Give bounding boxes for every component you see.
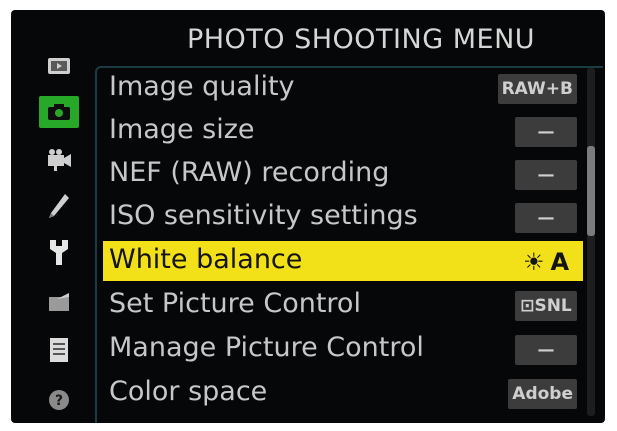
tab-photo-shooting[interactable] — [39, 96, 79, 128]
tab-movie-shooting[interactable] — [39, 144, 79, 176]
menu-item-label: Image size — [109, 114, 255, 145]
menu-item-nef-raw-recording[interactable]: NEF (RAW) recording — — [103, 154, 583, 194]
menu-item-image-quality[interactable]: Image quality RAW+B — [103, 68, 583, 108]
my-menu-icon — [47, 336, 71, 364]
menu-item-set-picture-control[interactable]: Set Picture Control ⊡SNL — [103, 285, 583, 325]
menu-item-image-size[interactable]: Image size — — [103, 111, 583, 151]
sun-icon: ☀ — [522, 248, 545, 276]
menu-item-value: ⊡SNL — [515, 291, 577, 321]
menu-item-value: — — [515, 160, 577, 190]
menu-item-value: RAW+B — [497, 74, 577, 104]
tab-custom-settings[interactable] — [39, 190, 79, 222]
menu-item-value: ☀ A — [515, 247, 577, 277]
menu-item-value: — — [515, 203, 577, 233]
tab-playback[interactable] — [39, 50, 79, 82]
movie-icon — [46, 149, 72, 171]
wrench-icon — [47, 237, 71, 267]
sidebar: ? — [39, 44, 83, 423]
camera-menu-screen: PHOTO SHOOTING MENU ? Image quality RAW+… — [11, 10, 605, 423]
menu-item-label: White balance — [109, 244, 303, 275]
menu-item-value: — — [515, 335, 577, 365]
menu-item-label: Manage Picture Control — [109, 332, 424, 363]
tab-my-menu[interactable] — [39, 334, 79, 366]
menu-item-color-space[interactable]: Color space Adobe — [103, 373, 583, 413]
svg-text:?: ? — [55, 393, 63, 409]
page-title: PHOTO SHOOTING MENU — [186, 24, 536, 55]
help-icon: ? — [47, 388, 71, 412]
scrollbar[interactable] — [587, 68, 595, 416]
menu-item-label: Set Picture Control — [109, 288, 361, 319]
menu-item-white-balance[interactable]: White balance ☀ A — [103, 241, 583, 281]
menu-item-value: Adobe — [508, 379, 577, 409]
pencil-icon — [47, 192, 71, 220]
tab-help[interactable]: ? — [39, 384, 79, 416]
tab-setup[interactable] — [39, 236, 79, 268]
menu-item-label: Image quality — [109, 71, 295, 102]
tab-retouch[interactable] — [39, 286, 79, 318]
menu-item-label: ISO sensitivity settings — [109, 200, 418, 231]
retouch-icon — [47, 291, 71, 313]
playback-icon — [47, 56, 71, 76]
menu-item-label: NEF (RAW) recording — [109, 157, 390, 188]
white-balance-mode: A — [550, 248, 570, 276]
menu-item-manage-picture-control[interactable]: Manage Picture Control — — [103, 329, 583, 369]
menu-item-iso-sensitivity-settings[interactable]: ISO sensitivity settings — — [103, 197, 583, 237]
menu-item-value: — — [515, 117, 577, 147]
scrollbar-thumb[interactable] — [587, 146, 595, 236]
camera-icon — [46, 102, 72, 122]
menu-item-label: Color space — [109, 376, 268, 407]
